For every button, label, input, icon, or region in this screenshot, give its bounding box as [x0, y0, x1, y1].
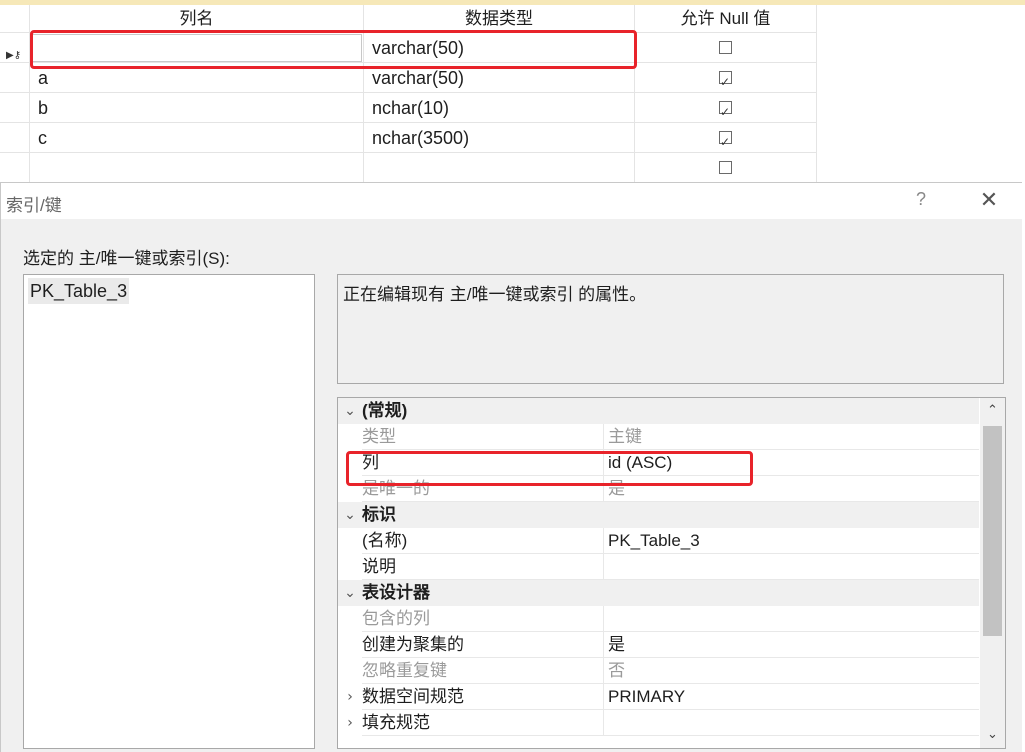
property-grid[interactable]: ⌄ (常规) 类型 主键 列 id (ASC) 是唯一的 是 ⌄ 标识 (名称)…	[337, 397, 1006, 749]
property-row-type[interactable]: 类型 主键	[338, 424, 979, 450]
index-list[interactable]: PK_Table_3	[23, 274, 315, 749]
property-value[interactable]: 是	[603, 632, 979, 658]
dialog-titlebar: 索引/键 ? ✕	[1, 183, 1022, 219]
allow-null-checkbox[interactable]	[719, 127, 732, 157]
cell-data-type[interactable]: varchar(50)	[364, 33, 635, 63]
header-row-selector	[0, 5, 30, 33]
category-label: 标识	[362, 505, 396, 524]
help-button[interactable]: ?	[906, 189, 936, 213]
property-row-ignore-duplicate[interactable]: 忽略重复键 否	[338, 658, 979, 684]
property-row-is-unique[interactable]: 是唯一的 是	[338, 476, 979, 502]
indexes-keys-dialog: 索引/键 ? ✕ 选定的 主/唯一键或索引(S): PK_Table_3 正在编…	[0, 182, 1022, 752]
property-row-clustered[interactable]: 创建为聚集的 是	[338, 632, 979, 658]
cell-allow-null[interactable]	[635, 33, 817, 63]
scroll-down-icon[interactable]: ⌄	[980, 722, 1005, 748]
row-selector[interactable]	[0, 63, 30, 93]
property-name: 创建为聚集的	[362, 632, 603, 658]
expand-icon[interactable]: ›	[342, 710, 358, 736]
property-value[interactable]	[603, 710, 979, 736]
row-selector[interactable]	[0, 123, 30, 153]
scroll-up-icon[interactable]: ⌃	[980, 398, 1005, 424]
property-value[interactable]	[603, 554, 979, 580]
scrollbar-thumb[interactable]	[983, 426, 1002, 636]
allow-null-checkbox[interactable]	[719, 40, 732, 54]
property-value: 主键	[603, 424, 979, 450]
allow-null-checkbox[interactable]	[719, 97, 732, 127]
property-name: 是唯一的	[362, 476, 603, 502]
property-row-columns[interactable]: 列 id (ASC)	[338, 450, 979, 476]
row-selector[interactable]	[0, 93, 30, 123]
description-panel: 正在编辑现有 主/唯一键或索引 的属性。	[337, 274, 1004, 384]
property-value: 否	[603, 658, 979, 684]
property-row-fill[interactable]: › 填充规范	[338, 710, 979, 736]
table-designer-grid: 列名 数据类型 允许 Null 值 ▶⚷ id varchar(50) a va…	[0, 0, 1025, 183]
cell-allow-null[interactable]	[635, 123, 817, 157]
allow-null-checkbox[interactable]	[719, 67, 732, 97]
list-item[interactable]: PK_Table_3	[28, 278, 130, 304]
property-grid-scrollbar[interactable]: ⌃ ⌄	[980, 398, 1005, 748]
description-text: 正在编辑现有 主/唯一键或索引 的属性。	[343, 285, 647, 304]
cell-column-name[interactable]: c	[30, 123, 364, 153]
cell-column-name[interactable]: b	[30, 93, 364, 123]
property-name: 说明	[362, 554, 603, 580]
property-row-included-columns[interactable]: 包含的列	[338, 606, 979, 632]
cell-allow-null[interactable]	[635, 63, 817, 97]
header-data-type[interactable]: 数据类型	[364, 5, 635, 33]
property-row-dataspace[interactable]: › 数据空间规范 PRIMARY	[338, 684, 979, 710]
property-row-name[interactable]: (名称) PK_Table_3	[338, 528, 979, 554]
property-value[interactable]: PRIMARY	[603, 684, 979, 710]
cell-data-type[interactable]: nchar(3500)	[364, 123, 635, 153]
row-selector[interactable]: ▶⚷	[0, 33, 30, 63]
category-general[interactable]: ⌄ (常规)	[338, 398, 979, 424]
selected-index-label: 选定的 主/唯一键或索引(S):	[23, 249, 230, 268]
header-allow-null[interactable]: 允许 Null 值	[635, 5, 817, 33]
cell-allow-null[interactable]	[635, 93, 817, 127]
property-value[interactable]: PK_Table_3	[603, 528, 979, 554]
allow-null-checkbox[interactable]	[719, 160, 732, 174]
collapse-icon[interactable]: ⌄	[342, 580, 358, 606]
category-label: 表设计器	[362, 583, 430, 602]
property-value[interactable]: id (ASC)	[603, 450, 979, 476]
property-value: 是	[603, 476, 979, 502]
expand-icon[interactable]: ›	[342, 684, 358, 710]
property-name: 类型	[362, 424, 603, 450]
cell-data-type[interactable]	[364, 153, 635, 183]
close-button[interactable]: ✕	[971, 187, 1007, 215]
cell-allow-null[interactable]	[635, 153, 817, 183]
property-name: 包含的列	[362, 606, 603, 632]
active-cell-editor[interactable]	[31, 34, 362, 62]
property-name: (名称)	[362, 528, 603, 554]
property-name: 忽略重复键	[362, 658, 603, 684]
dialog-title: 索引/键	[6, 196, 62, 215]
category-label: (常规)	[362, 401, 408, 420]
collapse-icon[interactable]: ⌄	[342, 398, 358, 424]
row-selector[interactable]	[0, 153, 30, 183]
property-row-description[interactable]: 说明	[338, 554, 979, 580]
collapse-icon[interactable]: ⌄	[342, 502, 358, 528]
cell-data-type[interactable]: varchar(50)	[364, 63, 635, 93]
cell-column-name[interactable]: a	[30, 63, 364, 93]
category-identity[interactable]: ⌄ 标识	[338, 502, 979, 528]
property-value	[603, 606, 979, 632]
property-name: 列	[362, 450, 603, 476]
cell-data-type[interactable]: nchar(10)	[364, 93, 635, 123]
property-name: 数据空间规范	[362, 684, 603, 710]
category-table-designer[interactable]: ⌄ 表设计器	[338, 580, 979, 606]
header-column-name[interactable]: 列名	[30, 5, 364, 33]
property-name: 填充规范	[362, 710, 603, 736]
cell-column-name[interactable]	[30, 153, 364, 183]
